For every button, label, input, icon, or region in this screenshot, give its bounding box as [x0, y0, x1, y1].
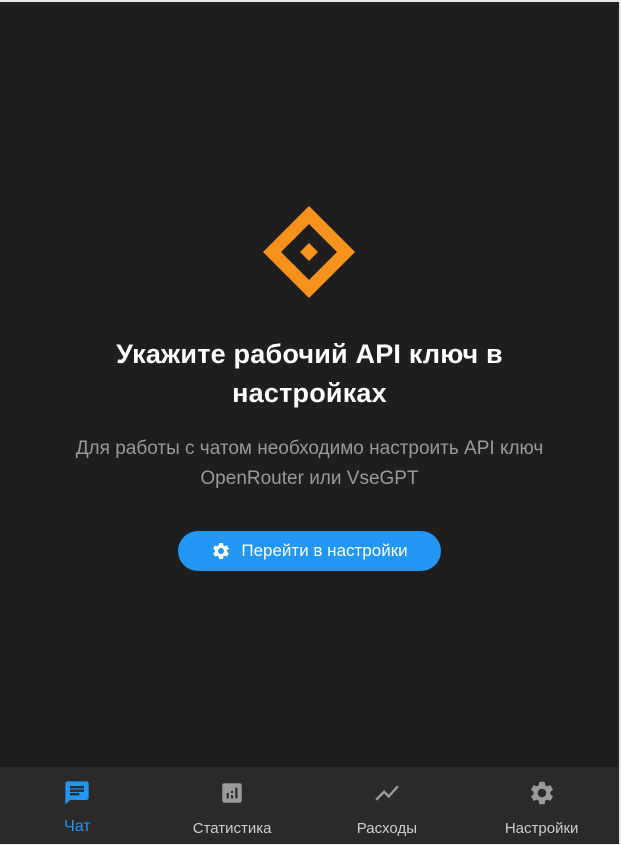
bar-chart-icon	[218, 779, 246, 807]
empty-state-subtitle: Для работы с чатом необходимо настроить …	[75, 438, 544, 489]
trend-line-icon	[373, 779, 401, 807]
nav-label-chat: Чат	[64, 818, 91, 835]
gear-icon	[528, 779, 556, 807]
gear-icon	[213, 543, 230, 559]
nav-item-chat[interactable]: Чат	[0, 767, 155, 844]
go-to-settings-label: Перейти в настройки	[241, 541, 408, 560]
diamond-logo-icon	[263, 206, 355, 298]
nav-item-statistics[interactable]: Статистика	[155, 767, 310, 844]
nav-item-settings[interactable]: Настройки	[464, 767, 619, 844]
nav-label-expenses: Расходы	[356, 820, 417, 837]
app-window: Укажите рабочий API ключ в настройках Дл…	[0, 0, 621, 845]
nav-label-statistics: Статистика	[192, 820, 272, 837]
chat-icon	[63, 779, 91, 807]
empty-state-title: Укажите рабочий API ключ в настройках	[116, 339, 503, 408]
nav-label-settings: Настройки	[504, 820, 579, 837]
nav-item-expenses[interactable]: Расходы	[310, 767, 465, 844]
chat-empty-state: Укажите рабочий API ключ в настройках Дл…	[0, 2, 619, 767]
bottom-navigation: Чат Статистика Расходы Настройки	[0, 767, 619, 844]
go-to-settings-button[interactable]: Перейти в настройки	[178, 531, 441, 571]
